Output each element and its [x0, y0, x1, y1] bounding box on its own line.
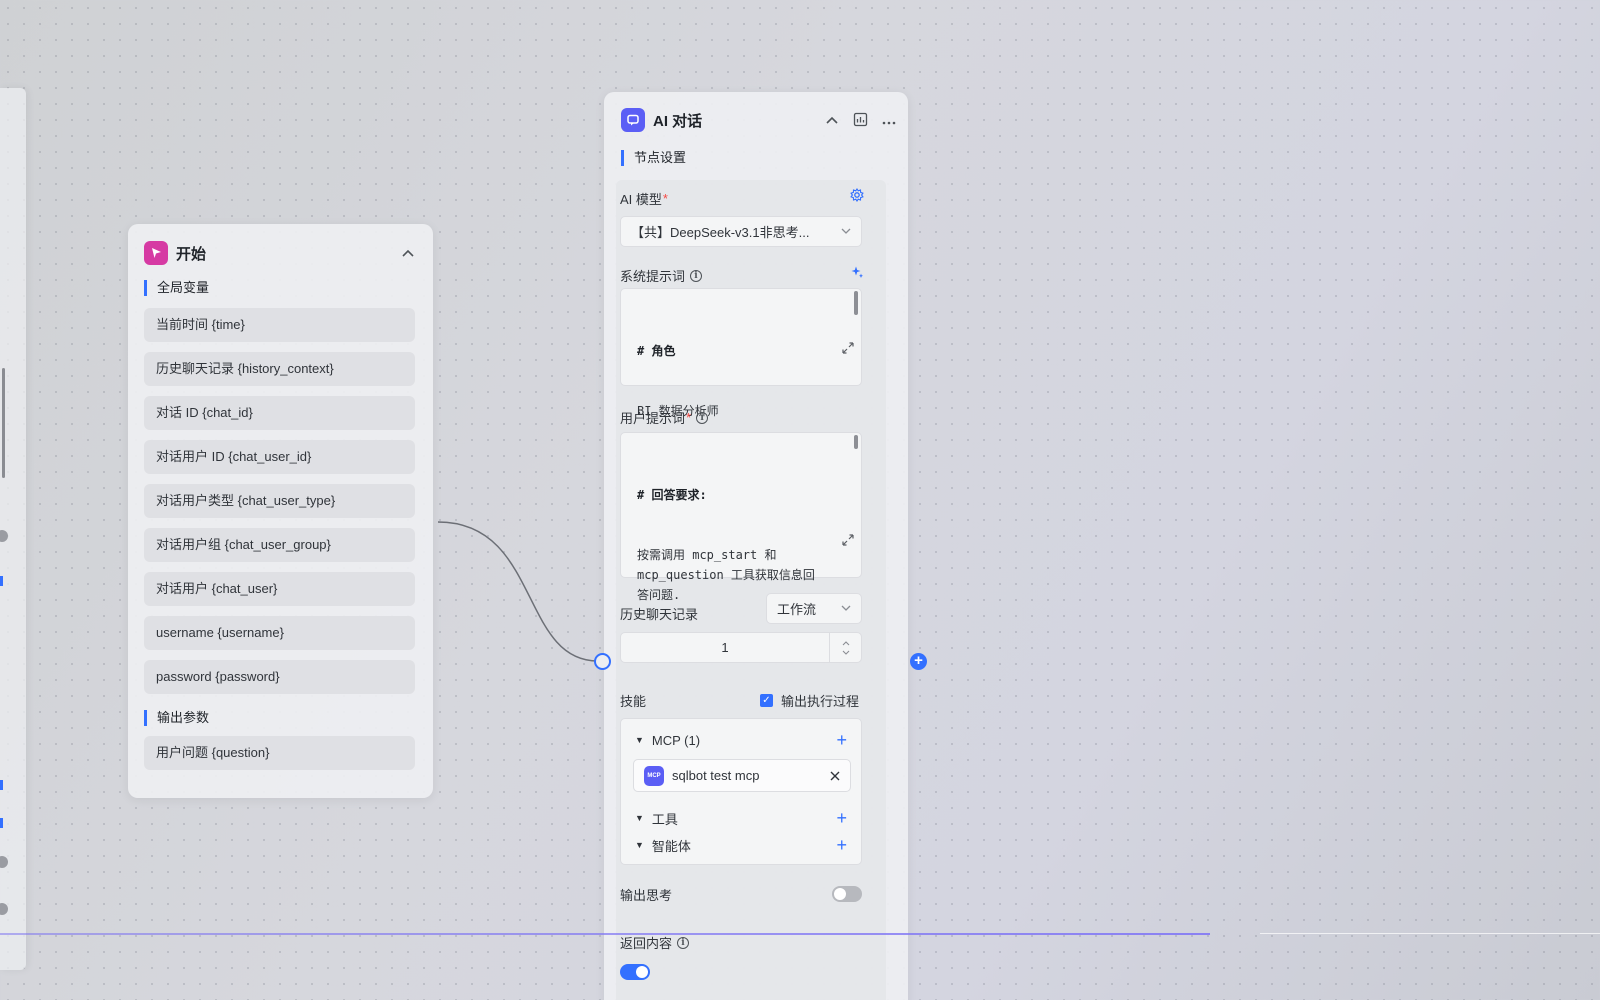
global-var-item[interactable]: 对话用户类型 {chat_user_type} [144, 484, 415, 518]
ai-model-value: 【共】DeepSeek-v3.1非思考... [631, 225, 810, 240]
ai-model-select[interactable]: 【共】DeepSeek-v3.1非思考... [620, 216, 862, 247]
chat-bubble-icon [621, 108, 645, 132]
tools-group-row[interactable]: ▼ 工具 + [635, 809, 847, 827]
mcp-group-label: MCP (1) [651, 732, 701, 748]
mcp-item-name: sqlbot test mcp [672, 768, 760, 783]
scrollbar[interactable] [854, 291, 858, 315]
mcp-group-row[interactable]: ▼ MCP (1) + [635, 731, 847, 749]
output-process-checkbox[interactable]: ✓ [760, 694, 773, 707]
system-prompt-label: 系统提示词 [620, 269, 686, 284]
history-count-stepper[interactable]: 1 [620, 632, 862, 663]
global-var-item[interactable]: 当前时间 {time} [144, 308, 415, 342]
mcp-item[interactable]: MCP sqlbot test mcp [633, 759, 851, 792]
global-vars-list: 当前时间 {time} 历史聊天记录 {history_context} 对话 … [144, 308, 415, 704]
history-source-select[interactable]: 工作流 [766, 593, 862, 624]
output-vars-list: 用户问题 {question} [144, 736, 415, 780]
add-tool-icon[interactable]: + [836, 809, 847, 827]
required-mark: * [686, 410, 692, 425]
global-var-item[interactable]: 历史聊天记录 {history_context} [144, 352, 415, 386]
mcp-logo-icon: MCP [644, 765, 664, 786]
tools-group-label: 工具 [651, 811, 678, 827]
guide-line [1260, 933, 1600, 934]
start-node[interactable]: 开始 全局变量 当前时间 {time} 历史聊天记录 {history_cont… [128, 224, 433, 798]
start-flag-icon [144, 241, 168, 265]
toggle-knob [636, 966, 648, 978]
caret-down-icon[interactable]: ▼ [635, 813, 644, 823]
global-var-item[interactable]: password {password} [144, 660, 415, 694]
node-settings-panel: AI 模型 * 【共】DeepSeek-v3.1非思考... 系统提示词 i # … [616, 180, 886, 1000]
stepper-up-icon[interactable] [842, 640, 850, 646]
output-process-label: 输出执行过程 [781, 694, 860, 709]
more-options-icon[interactable] [882, 113, 896, 127]
remove-mcp-icon[interactable] [830, 768, 840, 784]
ai-model-label-row: AI 模型 * [620, 189, 668, 208]
guide-line [0, 933, 1210, 935]
ai-node-header: AI 对话 [621, 105, 896, 135]
info-icon[interactable]: i [690, 269, 703, 282]
skills-panel: ▼ MCP (1) + MCP sqlbot test mcp ▼ 工具 + ▼… [620, 718, 862, 865]
ai-chat-node[interactable]: AI 对话 节点设置 AI 模型 * 【共】DeepSeek-v3.1非思考... [604, 92, 908, 1000]
global-var-item[interactable]: 对话 ID {chat_id} [144, 396, 415, 430]
toggle-knob [834, 888, 846, 900]
skills-label: 技能 [620, 694, 647, 709]
user-prompt-heading: # 回答要求: [637, 488, 707, 502]
global-var-item[interactable]: 对话用户组 {chat_user_group} [144, 528, 415, 562]
ai-node-title: AI 对话 [653, 112, 703, 130]
chevron-down-icon [841, 603, 851, 614]
output-thinking-toggle[interactable] [832, 886, 862, 902]
add-mcp-icon[interactable]: + [836, 731, 847, 749]
model-settings-gear-icon[interactable] [850, 188, 864, 205]
user-prompt-label-row: 用户提示词 * i [620, 408, 709, 427]
required-mark: * [662, 191, 668, 206]
history-count-value: 1 [721, 640, 729, 655]
return-content-label-row: 返回内容 i [620, 933, 690, 952]
caret-down-icon[interactable]: ▼ [635, 840, 644, 850]
system-prompt-editor[interactable]: # 角色 BI 数据分析师 [620, 288, 862, 418]
return-content-toggle[interactable] [620, 964, 650, 980]
info-icon[interactable]: i [696, 411, 709, 424]
global-var-item[interactable]: 对话用户 {chat_user} [144, 572, 415, 606]
agents-group-label: 智能体 [651, 838, 691, 854]
collapse-icon[interactable] [401, 246, 415, 260]
expand-icon[interactable] [784, 512, 854, 572]
history-label: 历史聊天记录 [620, 607, 699, 622]
add-agent-icon[interactable]: + [836, 836, 847, 854]
debug-panel-icon[interactable] [853, 112, 868, 129]
start-node-title: 开始 [176, 245, 207, 263]
add-next-node-icon[interactable]: + [910, 653, 927, 670]
caret-down-icon[interactable]: ▼ [635, 735, 644, 745]
ai-model-label: AI 模型 [620, 192, 662, 207]
user-prompt-label: 用户提示词 [620, 411, 686, 426]
start-node-header: 开始 [144, 238, 415, 268]
output-thinking-label: 输出思考 [620, 888, 673, 903]
ai-generate-sparkle-icon[interactable] [850, 265, 864, 282]
agents-group-row[interactable]: ▼ 智能体 + [635, 836, 847, 854]
global-var-item[interactable]: username {username} [144, 616, 415, 650]
stepper-down-icon[interactable] [842, 650, 850, 655]
output-process-row[interactable]: ✓ 输出执行过程 [760, 691, 859, 710]
chevron-down-icon [841, 226, 851, 237]
return-content-label: 返回内容 [620, 936, 673, 951]
output-var-item[interactable]: 用户问题 {question} [144, 736, 415, 770]
output-params-title: 输出参数 [144, 710, 209, 726]
global-var-item[interactable]: 对话用户 ID {chat_user_id} [144, 440, 415, 474]
expand-icon[interactable] [784, 320, 854, 380]
info-icon[interactable]: i [677, 936, 690, 949]
global-vars-title: 全局变量 [144, 280, 209, 296]
user-prompt-editor[interactable]: # 回答要求: 按需调用 mcp_start 和 mcp_question 工具… [620, 432, 862, 602]
scrollbar[interactable] [854, 435, 858, 449]
collapse-icon[interactable] [825, 113, 839, 127]
stepper-arrows[interactable] [829, 633, 861, 662]
system-prompt-label-row: 系统提示词 i [620, 266, 703, 285]
input-port[interactable] [594, 653, 611, 670]
history-source-value: 工作流 [777, 602, 817, 617]
node-settings-title: 节点设置 [621, 150, 686, 166]
